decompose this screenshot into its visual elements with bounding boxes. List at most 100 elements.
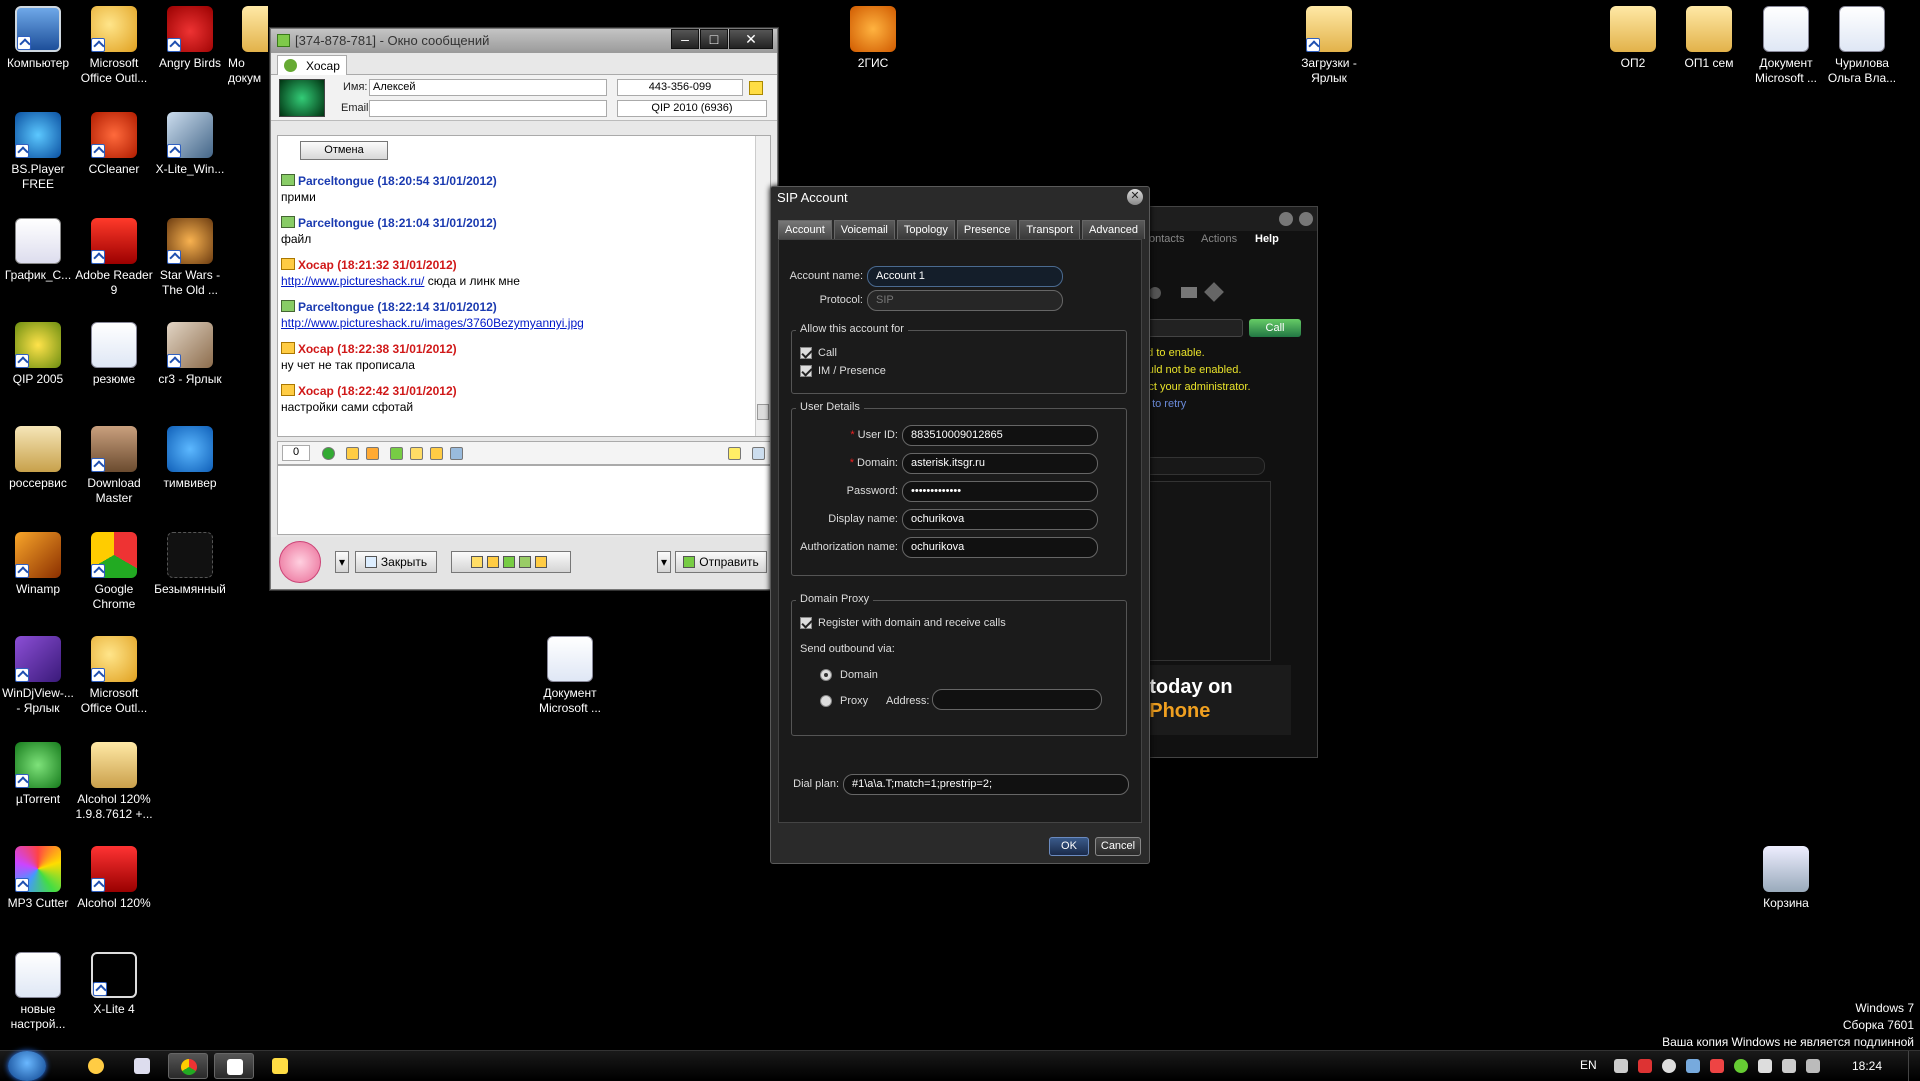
file-transfer-icon[interactable] [519, 556, 531, 568]
ok-button[interactable]: OK [1049, 837, 1089, 856]
font-icon[interactable] [535, 556, 547, 568]
desktop-icon-2gis[interactable]: 2ГИС [834, 6, 912, 71]
desktop-icon-bsplayer[interactable]: BS.Player FREE [0, 112, 77, 192]
desktop-icon-alcohol[interactable]: Alcohol 120% [75, 846, 153, 911]
image-icon[interactable] [410, 447, 423, 460]
maximize-button[interactable]: □ [700, 29, 728, 49]
user-id-input[interactable]: 883510009012865 [902, 425, 1098, 446]
im-presence-checkbox[interactable] [800, 365, 812, 377]
close-icon[interactable]: ✕ [1127, 189, 1143, 205]
desktop-icon-doc-topright[interactable]: Документ Microsoft ... [1747, 6, 1825, 86]
desktop-icon-angry-birds[interactable]: Angry Birds [151, 6, 229, 71]
note-icon[interactable] [749, 81, 763, 95]
smiley-icon[interactable] [322, 447, 335, 460]
send-button[interactable]: Отправить [675, 551, 767, 573]
translit-icon[interactable] [503, 556, 515, 568]
file-icon[interactable] [390, 447, 403, 460]
message-link[interactable]: http://www.pictureshack.ru/images/3760Be… [281, 316, 584, 330]
tools-icon[interactable] [1204, 282, 1224, 302]
info-icon[interactable] [450, 447, 463, 460]
tray-antivirus-icon[interactable] [1638, 1059, 1652, 1073]
smiley-icon[interactable] [471, 556, 483, 568]
desktop-icon-op1[interactable]: ОП1 сем [1670, 6, 1748, 71]
desktop-icon-ccleaner[interactable]: CCleaner [75, 112, 153, 177]
desktop-icon-downloads[interactable]: Загрузки - Ярлык [1290, 6, 1368, 86]
desktop-icon-windjview[interactable]: WinDjView-... - Ярлык [0, 636, 77, 716]
cancel-button[interactable]: Cancel [1095, 837, 1141, 856]
clock[interactable]: 18:24 [1852, 1059, 1882, 1073]
desktop-icon-churilova[interactable]: Чурилова Ольга Вла... [1823, 6, 1901, 86]
tray-update-icon[interactable] [1686, 1059, 1700, 1073]
desktop-icon-chrome[interactable]: Google Chrome [75, 532, 153, 612]
auth-name-input[interactable]: ochurikova [902, 537, 1098, 558]
tray-connection-icon[interactable] [1806, 1059, 1820, 1073]
desktop-icon-xlite-installer[interactable]: X-Lite_Win... [151, 112, 229, 177]
tray-app-icon[interactable] [1662, 1059, 1676, 1073]
desktop-icon-qip[interactable]: QIP 2005 [0, 322, 77, 387]
cancel-transfer-button[interactable]: Отмена [300, 141, 388, 160]
chat-tab-hosar[interactable]: Хосар [277, 55, 347, 75]
menu-help[interactable]: Help [1255, 233, 1279, 245]
start-button[interactable] [8, 1051, 46, 1081]
contact-email-field[interactable] [369, 100, 607, 117]
desktop-icon-adobe-reader[interactable]: Adobe Reader 9 [75, 218, 153, 298]
desktop-icon-untitled[interactable]: Безымянный [151, 532, 229, 597]
desktop-icon-computer[interactable]: Компьютер [0, 6, 77, 71]
contact-name-field[interactable]: Алексей [369, 79, 607, 96]
desktop-icon-recycle-bin[interactable]: Корзина [1747, 846, 1825, 911]
clear-icon[interactable] [752, 447, 765, 460]
desktop-icon-mp3cutter[interactable]: MP3 Cutter [0, 846, 77, 911]
display-name-input[interactable]: ochurikova [902, 509, 1098, 530]
tab-voicemail[interactable]: Voicemail [833, 220, 895, 239]
taskbar-qip[interactable] [260, 1053, 300, 1079]
tab-transport[interactable]: Transport [1019, 220, 1081, 239]
call-checkbox[interactable] [800, 347, 812, 359]
desktop-icon-doc-middle[interactable]: Документ Microsoft ... [531, 636, 609, 716]
desktop-icon-rosservis[interactable]: россервис [0, 426, 77, 491]
contact-icon[interactable] [1149, 287, 1161, 299]
note-icon[interactable] [728, 447, 741, 460]
text-format-icon[interactable] [346, 447, 359, 460]
taskbar-xlite[interactable] [214, 1053, 254, 1079]
minimize-button[interactable]: – [671, 29, 699, 49]
tray-flag-icon[interactable] [1710, 1059, 1724, 1073]
contact-client-field[interactable]: QIP 2010 (6936) [617, 100, 767, 117]
domain-input[interactable]: asterisk.itsgr.ru [902, 453, 1098, 474]
desktop-icon-chart[interactable]: График_С... [0, 218, 77, 283]
desktop-icon-my-docs[interactable]: Мо докум [228, 6, 268, 86]
dial-plan-input[interactable]: #1\a\a.T;match=1;prestrip=2; [843, 774, 1129, 795]
desktop-icon-teamviewer[interactable]: тимвивер [151, 426, 229, 491]
tray-action-center-icon[interactable] [1758, 1059, 1772, 1073]
desktop-icon-cr3[interactable]: cr3 - Ярлык [151, 322, 229, 387]
tab-advanced[interactable]: Advanced [1082, 220, 1145, 239]
desktop-icon-outlook[interactable]: Microsoft Office Outl... [75, 6, 153, 86]
password-input[interactable]: ••••••••••••• [902, 481, 1098, 502]
register-checkbox[interactable] [800, 617, 812, 629]
desktop-icon-resume[interactable]: резюме [75, 322, 153, 387]
history-icon[interactable] [430, 447, 443, 460]
outbound-proxy-radio[interactable] [820, 695, 832, 707]
tab-presence[interactable]: Presence [956, 220, 1018, 239]
tray-qip-icon[interactable] [1734, 1059, 1748, 1073]
avatar-menu-button[interactable]: ▾ [335, 551, 349, 573]
desktop-icon-op2[interactable]: ОП2 [1594, 6, 1672, 71]
message-scrollbar[interactable] [755, 136, 770, 436]
menu-actions[interactable]: Actions [1201, 233, 1237, 245]
taskbar-chrome[interactable] [168, 1053, 208, 1079]
taskbar-outlook[interactable] [76, 1053, 116, 1079]
contact-uin-field[interactable]: 443-356-099 [617, 79, 743, 96]
tray-volume-icon[interactable] [1782, 1059, 1796, 1073]
hand-icon[interactable] [366, 447, 379, 460]
desktop-icon-winamp[interactable]: Winamp [0, 532, 77, 597]
template-icon[interactable] [487, 556, 499, 568]
desktop-icon-new-settings[interactable]: новые настрой... [0, 952, 77, 1032]
show-desktop-button[interactable] [1908, 1051, 1920, 1081]
mail-icon[interactable] [1181, 287, 1197, 298]
close-chat-button[interactable]: Закрыть [355, 551, 437, 573]
tab-account[interactable]: Account [778, 220, 832, 239]
proxy-address-input[interactable] [932, 689, 1102, 710]
message-input[interactable] [277, 465, 771, 535]
close-button[interactable]: ✕ [729, 29, 773, 49]
menu-contacts[interactable]: ontacts [1149, 233, 1184, 245]
desktop-icon-star-wars[interactable]: Star Wars - The Old ... [151, 218, 229, 298]
